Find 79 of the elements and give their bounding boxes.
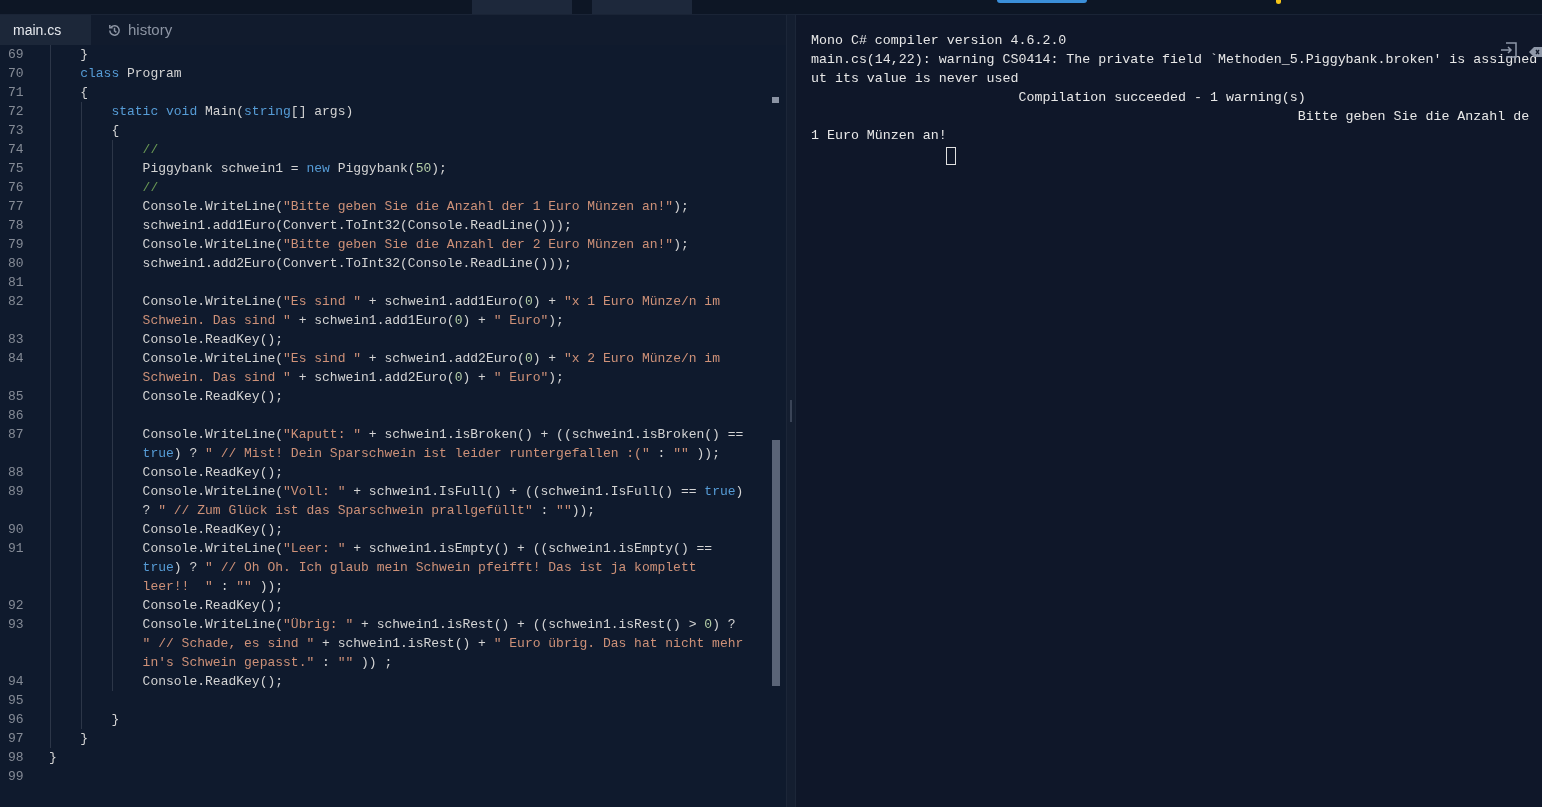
terminal-cursor — [946, 147, 956, 165]
line-number: 92 — [8, 598, 24, 613]
line-number: 76 — [8, 180, 24, 195]
console-output: ut its value is never used — [811, 71, 1019, 86]
code-line: true) ? " // Oh Oh. Ich glaub mein Schwein pfeifft! Das ist ja komplett — [141, 559, 697, 577]
code-line: class Program — [79, 65, 182, 83]
code-line: Console.WriteLine("Bitte geben Sie die Anzahl der 1 Euro Münzen an!"); — [141, 198, 689, 216]
code-line: Console.ReadKey(); — [141, 673, 284, 691]
line-number: 70 — [8, 66, 24, 81]
line-number: 95 — [8, 693, 24, 708]
line-number: 75 — [8, 161, 24, 176]
line-number: 84 — [8, 351, 24, 366]
line-number: 88 — [8, 465, 24, 480]
scrollbar-marker — [772, 97, 779, 103]
line-number: 86 — [8, 408, 24, 423]
line-number: 69 — [8, 47, 24, 62]
code-line: Schwein. Das sind " + schwein1.add2Euro(0) + " Euro"); — [141, 369, 564, 387]
code-line: Console.WriteLine("Es sind " + schwein1.add2Euro(0) + "x 2 Euro Münze/n im — [141, 350, 720, 368]
editor-tab[interactable]: main.cs — [0, 15, 91, 45]
code-line: schwein1.add2Euro(Convert.ToInt32(Console.ReadLine())); — [141, 255, 572, 273]
line-number: 80 — [8, 256, 24, 271]
code-line: Console.WriteLine("Leer: " + schwein1.isEmpty() + ((schwein1.isEmpty() == — [141, 540, 713, 558]
line-number: 79 — [8, 237, 24, 252]
code-line: Console.ReadKey(); — [141, 388, 284, 406]
console-output: Bitte geben Sie die Anzahl de — [1296, 109, 1530, 124]
code-line: } — [79, 46, 88, 64]
code-line: Console.WriteLine("Bitte geben Sie die Anzahl der 2 Euro Münzen an!"); — [141, 236, 689, 254]
code-line: { — [79, 84, 88, 102]
line-number: 87 — [8, 427, 24, 442]
code-line: { — [110, 122, 120, 140]
scrollbar-thumb[interactable] — [772, 440, 780, 686]
resize-handle[interactable] — [790, 400, 792, 422]
code-line: leer!! " : "" )); — [141, 578, 284, 596]
line-number: 74 — [8, 142, 24, 157]
code-line: Console.WriteLine("Es sind " + schwein1.add1Euro(0) + "x 1 Euro Münze/n im — [141, 293, 720, 311]
console-output: Compilation succeeded - 1 warning(s) — [1017, 90, 1306, 105]
code-line: // — [141, 179, 159, 197]
line-number: 96 — [8, 712, 24, 727]
code-line: Console.WriteLine("Übrig: " + schwein1.isRest() + ((schwein1.isRest() > 0) ? — [141, 616, 736, 634]
code-line: } — [49, 749, 57, 767]
code-line: schwein1.add1Euro(Convert.ToInt32(Console.ReadLine())); — [141, 217, 572, 235]
code-line: in's Schwein gepasst." : "" )) ; — [141, 654, 393, 672]
line-number: 90 — [8, 522, 24, 537]
console-output: main.cs(14,22): warning CS0414: The private field `Methoden_5.Piggybank.broken' is assigned — [811, 52, 1538, 67]
code-line: Console.ReadKey(); — [141, 521, 284, 539]
code-line: Console.ReadKey(); — [141, 464, 284, 482]
line-number: 82 — [8, 294, 24, 309]
line-number: 78 — [8, 218, 24, 233]
code-line: } — [110, 711, 120, 729]
code-line: " // Schade, es sind " + schwein1.isRest() + " Euro übrig. Das hat nicht mehr — [141, 635, 744, 653]
line-number: 83 — [8, 332, 24, 347]
code-line: Piggybank schwein1 = new Piggybank(50); — [141, 160, 447, 178]
code-line: true) ? " // Mist! Dein Sparschwein ist leider runtergefallen :(" : "" )); — [141, 445, 720, 463]
line-number: 98 — [8, 750, 24, 765]
line-number: 85 — [8, 389, 24, 404]
line-number: 97 — [8, 731, 24, 746]
line-number: 81 — [8, 275, 24, 290]
line-number: 71 — [8, 85, 24, 100]
line-number: 93 — [8, 617, 24, 632]
line-number: 94 — [8, 674, 24, 689]
code-line: Schwein. Das sind " + schwein1.add1Euro(0) + " Euro"); — [141, 312, 564, 330]
line-number: 72 — [8, 104, 24, 119]
code-line: ? " // Zum Glück ist das Sparschwein prallgefüllt" : "")); — [141, 502, 596, 520]
history-icon — [107, 22, 122, 38]
editor-tab[interactable]: history — [91, 15, 189, 45]
console-output: 1 Euro Münzen an! — [811, 128, 947, 143]
line-number: 89 — [8, 484, 24, 499]
code-line: Console.WriteLine("Kaputt: " + schwein1.isBroken() + ((schwein1.isBroken() == — [141, 426, 744, 444]
code-line: } — [79, 730, 88, 748]
code-line: Console.ReadKey(); — [141, 331, 284, 349]
code-line: Console.WriteLine("Voll: " + schwein1.IsFull() + ((schwein1.IsFull() == true) — [141, 483, 744, 501]
line-number: 99 — [8, 769, 24, 784]
line-number: 91 — [8, 541, 24, 556]
console-output: Mono C# compiler version 4.6.2.0 — [811, 33, 1067, 48]
code-line: // — [141, 141, 159, 159]
line-number: 73 — [8, 123, 24, 138]
line-number: 77 — [8, 199, 24, 214]
code-line: static void Main(string[] args) — [110, 103, 354, 121]
code-line: Console.ReadKey(); — [141, 597, 284, 615]
